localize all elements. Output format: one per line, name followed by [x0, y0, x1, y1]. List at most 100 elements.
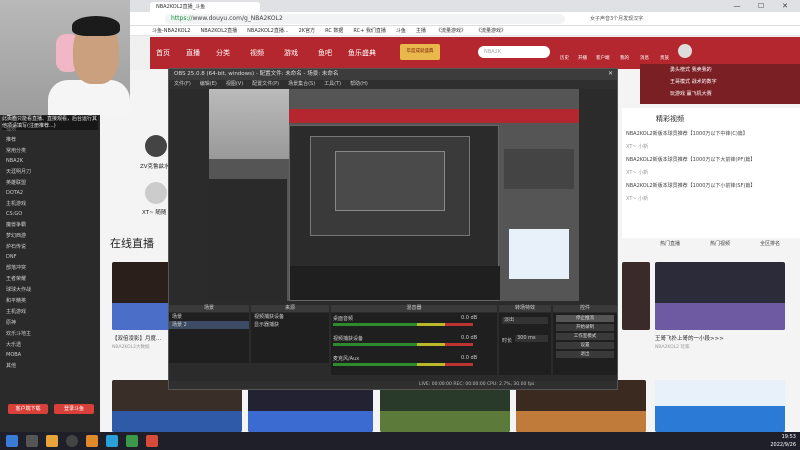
- featured-item[interactable]: NBA2KOL2新版本球员推荐【1000万以下小前锋(SF)篇】: [626, 182, 796, 189]
- nav-search-input[interactable]: NBA2K: [478, 46, 550, 58]
- streamer-sub[interactable]: XT~ 随随: [142, 208, 166, 216]
- obs-close-icon[interactable]: ✕: [608, 70, 613, 77]
- bookmark[interactable]: RC+ 我们直播: [353, 26, 386, 35]
- bookmark[interactable]: 主播: [416, 26, 426, 35]
- left-item[interactable]: CS:GO: [0, 209, 100, 219]
- bookmark[interactable]: 斗鱼-NBA2KOL2: [152, 26, 190, 35]
- scene-item[interactable]: 场景: [169, 313, 249, 321]
- nav-yuba[interactable]: 鱼吧: [318, 48, 332, 58]
- live-card[interactable]: [655, 262, 785, 330]
- left-item[interactable]: 魔兽争霸: [0, 219, 100, 230]
- nav-client[interactable]: 客户端: [596, 55, 610, 61]
- app-icon[interactable]: [86, 435, 98, 447]
- nav-messages[interactable]: 消息: [640, 55, 649, 61]
- left-item[interactable]: DNF: [0, 252, 100, 262]
- left-item[interactable]: 梦幻西游: [0, 230, 100, 241]
- left-item[interactable]: 其他: [0, 360, 100, 371]
- left-item[interactable]: 王者荣耀: [0, 273, 100, 284]
- start-recording-button[interactable]: 开始录制: [556, 324, 614, 331]
- obs-menu-tools[interactable]: 工具(T): [324, 80, 341, 89]
- settings-button[interactable]: 设置: [556, 342, 614, 349]
- user-avatar[interactable]: [678, 44, 692, 58]
- nav-noble[interactable]: 贵族: [660, 55, 669, 61]
- streamer-name[interactable]: ZV克鲁兹水: [140, 162, 170, 170]
- bookmark[interactable]: RC 数据: [325, 26, 343, 35]
- obs-preview[interactable]: [209, 89, 579, 301]
- featured-item[interactable]: NBA2KOL2新版本球员推荐【1000万以下中锋(C)篇】: [626, 130, 796, 137]
- left-item[interactable]: 天涯明月刀: [0, 166, 100, 177]
- transition-select[interactable]: 淡出: [502, 317, 548, 324]
- left-item[interactable]: 常用分类: [0, 145, 100, 156]
- live-card-title[interactable]: 王哥飞扑上哥的一小段>>>: [655, 334, 724, 342]
- source-item[interactable]: 视频捕获设备: [251, 313, 329, 321]
- nav-home[interactable]: 首页: [156, 48, 170, 58]
- app-icon[interactable]: [126, 435, 138, 447]
- nav-history[interactable]: 历史: [560, 55, 569, 61]
- top-link[interactable]: 勇头榜式 我卖我的: [670, 66, 770, 73]
- left-item[interactable]: 主机游戏: [0, 198, 100, 209]
- festival-badge[interactable]: 年度成就盛典: [400, 44, 440, 60]
- app-icon[interactable]: [46, 435, 58, 447]
- obs-menu-scenes[interactable]: 场景集合(S): [288, 80, 315, 89]
- obs-icon[interactable]: [66, 435, 78, 447]
- client-download-button[interactable]: 客户端下载: [8, 404, 48, 414]
- featured-item[interactable]: NBA2KOL2新版本球员推荐【1000万以下大前锋(PF)篇】: [626, 156, 796, 163]
- side-search[interactable]: 女子声音3个月发现汉字: [590, 14, 700, 24]
- rank-link[interactable]: 全区排名: [760, 240, 780, 247]
- left-item[interactable]: MOBA: [0, 350, 100, 360]
- left-item[interactable]: 英雄联盟: [0, 177, 100, 188]
- obs-menu-profile[interactable]: 配置文件(P): [252, 80, 279, 89]
- obs-menu-view[interactable]: 视图(V): [226, 80, 243, 89]
- left-item[interactable]: 部落冲突: [0, 262, 100, 273]
- bookmark[interactable]: 斗鱼: [396, 26, 406, 35]
- bookmark[interactable]: 《流量游戏》: [476, 26, 506, 35]
- left-item[interactable]: 欢乐斗地主: [0, 328, 100, 339]
- obs-menu-edit[interactable]: 编辑(E): [200, 80, 217, 89]
- left-item[interactable]: 原神: [0, 317, 100, 328]
- streamer-avatar[interactable]: [145, 135, 167, 157]
- stop-stream-button[interactable]: 停止推流: [556, 315, 614, 322]
- nav-game[interactable]: 游戏: [284, 48, 298, 58]
- live-card[interactable]: [655, 380, 785, 432]
- login-button[interactable]: 登录斗鱼: [54, 404, 94, 414]
- close-button[interactable]: ✕: [776, 0, 794, 12]
- bookmark[interactable]: NBA2KOL2直播...: [247, 26, 288, 35]
- nav-festival[interactable]: 鱼乐盛典: [348, 48, 376, 58]
- obs-menu-help[interactable]: 帮助(H): [350, 80, 368, 89]
- minimize-button[interactable]: —: [728, 0, 746, 12]
- left-item[interactable]: 主机游戏: [0, 306, 100, 317]
- left-item[interactable]: NBA2K: [0, 156, 100, 166]
- left-item[interactable]: 推荐: [0, 134, 100, 145]
- left-item[interactable]: 炉石传说: [0, 241, 100, 252]
- left-item[interactable]: 球球大作战: [0, 284, 100, 295]
- obs-menu-file[interactable]: 文件(F): [174, 80, 191, 89]
- nav-live[interactable]: 直播: [186, 48, 200, 58]
- url-input[interactable]: https://www.douyu.com/g_NBA2KOL2: [165, 14, 565, 24]
- duration-input[interactable]: 300 ms: [515, 335, 548, 342]
- nav-category[interactable]: 分类: [216, 48, 230, 58]
- nav-broadcast[interactable]: 开播: [578, 55, 587, 61]
- exit-button[interactable]: 退出: [556, 351, 614, 358]
- left-item[interactable]: 大乐透: [0, 339, 100, 350]
- app-icon[interactable]: [146, 435, 158, 447]
- app-icon[interactable]: [106, 435, 118, 447]
- start-icon[interactable]: [6, 435, 18, 447]
- top-link[interactable]: 玩游戏 赢飞机大赛: [670, 90, 770, 97]
- bookmark[interactable]: 2K官方: [299, 26, 315, 35]
- bookmark[interactable]: 《流量游戏》: [436, 26, 466, 35]
- search-icon[interactable]: [26, 435, 38, 447]
- live-card[interactable]: [622, 262, 650, 330]
- hot-video-link[interactable]: 热门视频: [710, 240, 730, 247]
- top-link[interactable]: 王哥模式 战术的数字: [670, 78, 770, 85]
- left-item[interactable]: 和平精英: [0, 295, 100, 306]
- studio-mode-button[interactable]: 工作室模式: [556, 333, 614, 340]
- clock[interactable]: 19:53 2022/9/26: [770, 433, 796, 449]
- live-card-title[interactable]: 【双倍凌影】月度...: [112, 334, 161, 342]
- nav-video[interactable]: 视频: [250, 48, 264, 58]
- bookmark[interactable]: NBA2KOL2直播: [200, 26, 237, 35]
- nav-mine[interactable]: 我的: [620, 55, 629, 61]
- left-item[interactable]: DOTA2: [0, 188, 100, 198]
- maximize-button[interactable]: ☐: [752, 0, 770, 12]
- source-item[interactable]: 显示器捕获: [251, 321, 329, 329]
- streamer-avatar-2[interactable]: [145, 182, 167, 204]
